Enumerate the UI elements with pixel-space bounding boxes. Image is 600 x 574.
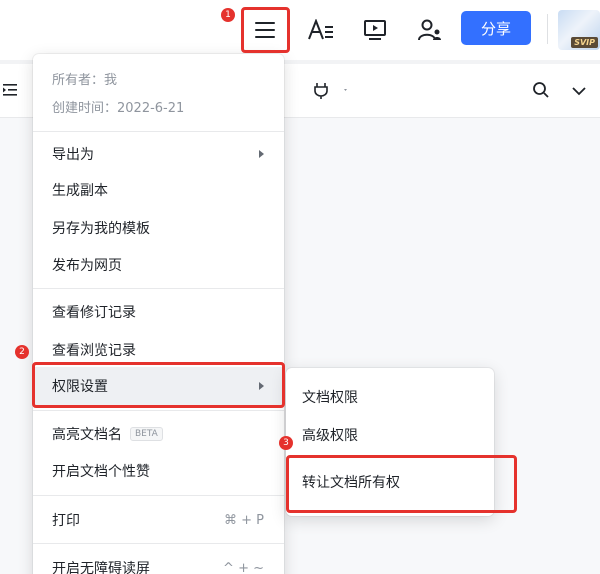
menu-item-export[interactable]: 导出为 [33,135,284,173]
collaborators-icon[interactable] [409,9,451,51]
menu-divider [33,288,284,289]
annotation-badge-3: 3 [279,436,293,450]
indent-icon[interactable] [2,82,18,102]
svip-badge: SVIP [571,37,598,48]
annotation-highlight-2 [32,362,285,408]
menu-item-print[interactable]: 打印 ⌘ + P [33,501,284,539]
menu-item-label: 高亮文档名 [52,427,122,443]
menu-divider [33,131,284,132]
submenu-item-doc-permissions[interactable]: 文档权限 [286,378,494,416]
menu-divider [33,495,284,496]
annotation-highlight-1 [241,7,290,53]
menu-divider [33,543,284,544]
submenu-item-label: 高级权限 [302,428,358,444]
search-icon[interactable] [532,81,550,103]
submenu-item-advanced-permissions[interactable]: 高级权限 [286,416,494,454]
menu-item-label: 发布为网页 [52,258,122,274]
menu-item-label: 开启无障碍读屏 [52,561,150,574]
menu-item-save-template[interactable]: 另存为我的模板 [33,209,284,247]
annotation-badge-1: 1 [221,8,235,22]
present-icon[interactable] [354,9,396,51]
share-button[interactable]: 分享 [461,11,531,45]
caret-right-icon [259,150,264,158]
menu-item-label: 另存为我的模板 [52,221,150,237]
chevron-down-icon[interactable] [571,83,587,102]
shortcut-label: ⌘ + P [224,512,264,528]
divider [547,14,548,44]
top-header: 分享 SVIP [0,0,600,60]
menu-divider [33,410,284,411]
menu-item-accessibility[interactable]: 开启无障碍读屏 ^ + ~ [33,549,284,574]
avatar[interactable]: SVIP [558,10,600,50]
annotation-badge-2: 2 [15,345,29,359]
annotation-highlight-3 [286,455,517,513]
shortcut-label: ^ + ~ [223,560,264,574]
menu-item-highlight-name[interactable]: 高亮文档名 BETA [33,415,284,453]
menu-item-doc-likes[interactable]: 开启文档个性赞 [33,452,284,490]
more-menu: 所有者：我 创建时间：2022-6-21 导出为 生成副本 另存为我的模板 发布… [33,54,284,574]
menu-item-make-copy[interactable]: 生成副本 [33,171,284,209]
menu-item-label: 导出为 [52,147,94,163]
created-time: 创建时间：2022-6-21 [52,101,185,116]
submenu-item-label: 文档权限 [302,390,358,406]
menu-item-label: 开启文档个性赞 [52,464,150,480]
menu-item-publish-web[interactable]: 发布为网页 [33,246,284,284]
owner-info: 所有者：我 [52,73,118,88]
menu-item-label: 打印 [52,513,80,529]
plugin-icon[interactable] [313,80,349,104]
menu-item-label: 查看修订记录 [52,305,136,321]
text-format-icon[interactable] [300,9,342,51]
menu-item-label: 生成副本 [52,183,108,199]
menu-item-label: 查看浏览记录 [52,343,136,359]
beta-badge: BETA [130,427,163,441]
menu-item-revision-history[interactable]: 查看修订记录 [33,293,284,331]
